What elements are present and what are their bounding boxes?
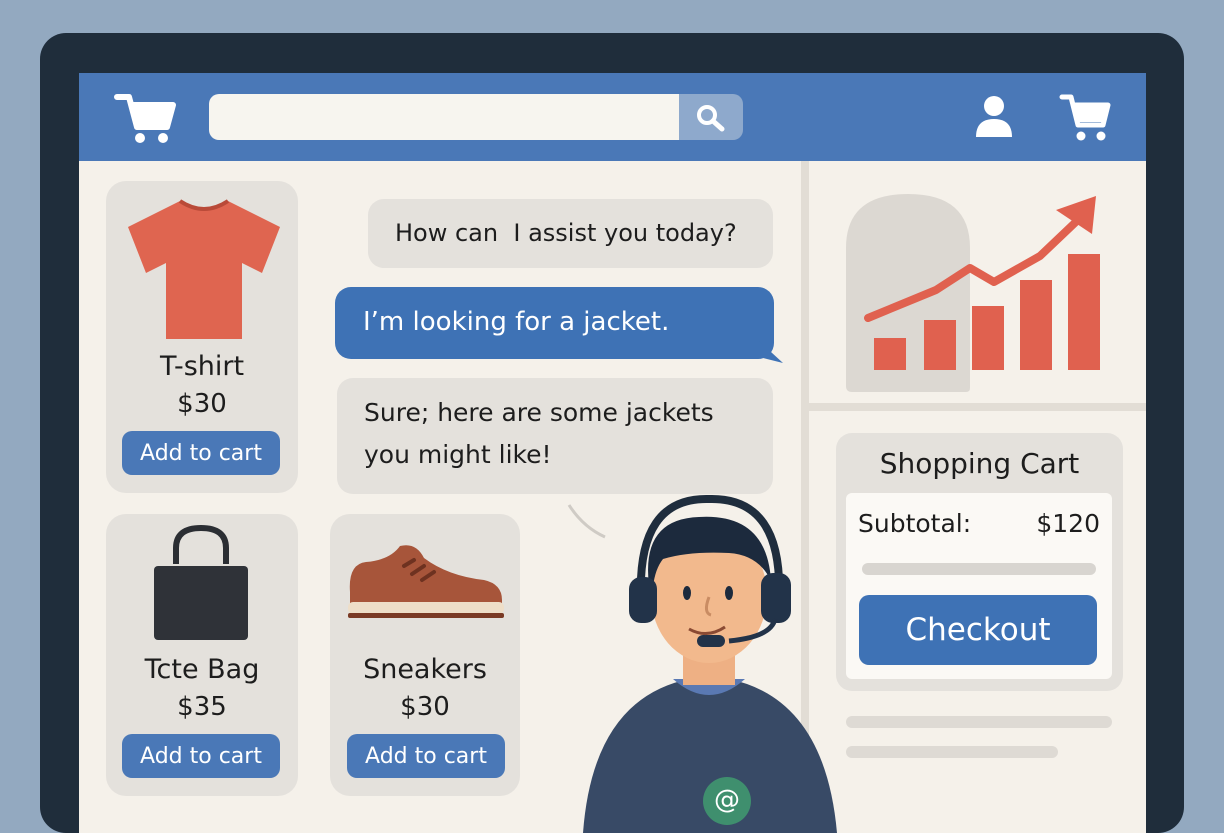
agent-badge-icon: @ [714, 785, 740, 815]
product-price: $30 [400, 692, 450, 722]
user-icon[interactable] [972, 93, 1016, 141]
chat-message-line: you might like! [364, 440, 552, 469]
cart-placeholder-line [862, 563, 1096, 575]
app-screen: T-shirt $30 Add to cart Tcte Bag $35 Add… [79, 73, 1146, 833]
chat-message-user: I’m looking for a jacket. [335, 287, 774, 359]
top-bar [79, 73, 1146, 161]
product-name: Tcte Bag [144, 654, 260, 685]
cart-icon[interactable] [1059, 89, 1111, 145]
product-name: Sneakers [363, 654, 487, 685]
shopping-cart-panel: Shopping Cart Subtotal: $120 Checkout [836, 433, 1123, 691]
add-to-cart-button[interactable]: Add to cart [122, 734, 280, 778]
t-shirt-icon [128, 199, 280, 339]
subtotal-value: $120 [1036, 509, 1100, 538]
product-card-tote-bag: Tcte Bag $35 Add to cart [106, 514, 298, 796]
subtotal-label: Subtotal: [858, 509, 972, 538]
cart-title: Shopping Cart [879, 447, 1080, 480]
placeholder-line [846, 746, 1058, 758]
search-icon [697, 105, 725, 132]
bubble-tail [759, 341, 783, 363]
checkout-button[interactable]: Checkout [859, 595, 1097, 665]
panel-divider [809, 403, 1146, 411]
placeholder-line [846, 716, 1112, 728]
product-card-sneakers: Sneakers $30 Add to cart [330, 514, 520, 796]
product-price: $30 [177, 389, 227, 419]
product-name: T-shirt [159, 351, 245, 382]
cart-summary: Subtotal: $120 Checkout [846, 493, 1112, 679]
chat-message-text: I’m looking for a jacket. [363, 307, 670, 337]
cart-logo-icon[interactable] [113, 87, 179, 147]
add-to-cart-button[interactable]: Add to cart [122, 431, 280, 475]
chat-message-agent: Sure; here are some jackets you might li… [337, 378, 773, 494]
chat-message-line: Sure; here are some jackets [364, 398, 714, 427]
support-agent-illustration [583, 494, 837, 833]
sales-growth-chart-icon [846, 194, 1100, 392]
sneaker-icon [348, 545, 504, 618]
product-price: $35 [177, 692, 227, 722]
chat-message-agent: How can I assist you today? [368, 199, 773, 268]
search-input[interactable] [209, 94, 679, 140]
tote-bag-icon [154, 524, 248, 640]
product-card-tshirt: T-shirt $30 Add to cart [106, 181, 298, 493]
search-button[interactable] [679, 94, 743, 140]
chat-message-text: How can I assist you today? [395, 219, 737, 247]
add-to-cart-button[interactable]: Add to cart [347, 734, 505, 778]
